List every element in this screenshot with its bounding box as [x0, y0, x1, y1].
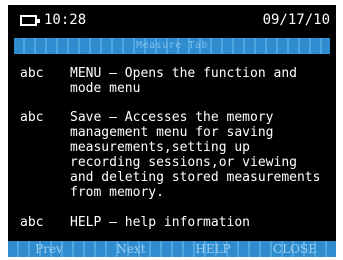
clock-date: 09/17/10 — [262, 12, 330, 28]
status-bar: 10:28 09/17/10 — [8, 5, 336, 35]
softkey-bar: Prev Next HELP CLOSE — [8, 241, 336, 257]
device-screen: 10:28 09/17/10 Measure Tab abc MENU – Op… — [8, 5, 336, 257]
clock-time: 10:28 — [44, 12, 87, 28]
next-button[interactable]: Next — [90, 241, 172, 257]
help-item-key: abc — [20, 66, 44, 81]
help-item-text: MENU – Opens the function and mode menu — [70, 66, 297, 96]
help-item-text: Save – Accesses the memory management me… — [70, 110, 321, 200]
help-item-key: abc — [20, 110, 44, 125]
close-button[interactable]: CLOSE — [254, 241, 336, 257]
help-item-text: HELP – help information — [70, 215, 251, 230]
help-item-key: abc — [20, 215, 44, 230]
help-title-bar: Measure Tab — [14, 38, 330, 54]
battery-icon — [20, 15, 40, 26]
help-button[interactable]: HELP — [172, 241, 254, 257]
prev-button[interactable]: Prev — [8, 241, 90, 257]
